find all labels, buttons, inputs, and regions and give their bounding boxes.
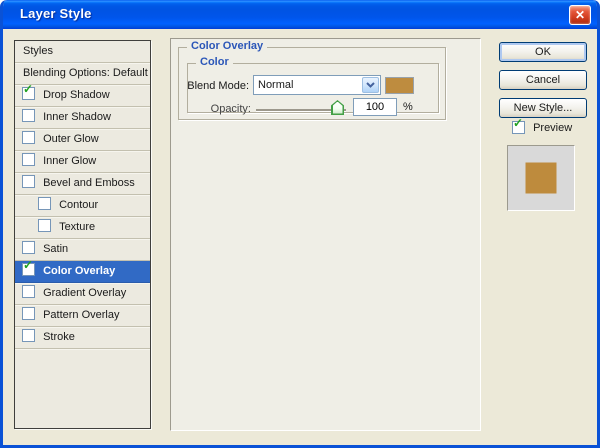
sidebar-item-label: Gradient Overlay [43,287,126,299]
preview-toggle[interactable]: ✓ Preview [512,121,572,135]
close-button[interactable]: ✕ [569,5,591,25]
color-overlay-panel: Color Overlay Color Blend Mode: Normal O… [170,38,481,431]
blend-mode-select[interactable]: Normal [253,75,381,95]
window-title: Layer Style [20,6,92,21]
style-checkbox[interactable]: ✓ [22,109,35,122]
style-checkbox[interactable]: ✓ [22,307,35,320]
new-style-button[interactable]: New Style... [499,98,587,118]
sidebar-item-pattern-overlay[interactable]: ✓ Pattern Overlay [15,305,150,327]
sidebar-item-label: Outer Glow [43,133,99,145]
sidebar-item-inner-shadow[interactable]: ✓ Inner Shadow [15,107,150,129]
sidebar-item-bevel-and-emboss[interactable]: ✓ Bevel and Emboss [15,173,150,195]
style-checkbox[interactable]: ✓ [22,153,35,166]
sidebar-item-inner-glow[interactable]: ✓ Inner Glow [15,151,150,173]
check-icon: ✓ [23,261,33,272]
preview-checkbox[interactable]: ✓ [512,121,525,134]
style-checkbox[interactable]: ✓ [22,131,35,144]
preview-thumbnail [507,145,575,211]
style-checkbox[interactable]: ✓ [22,285,35,298]
style-checkbox[interactable]: ✓ [22,263,35,276]
cancel-button[interactable]: Cancel [499,70,587,90]
dialog-body: Styles Blending Options: Default ✓ Drop … [3,29,597,445]
style-checkbox[interactable]: ✓ [22,175,35,188]
styles-list: Styles Blending Options: Default ✓ Drop … [14,40,151,429]
chevron-down-icon[interactable] [362,77,379,93]
sidebar-item-label: Satin [43,243,68,255]
blend-mode-label: Blend Mode: [179,80,249,92]
sidebar-item-label: Inner Shadow [43,111,111,123]
sidebar-item-label: Pattern Overlay [43,309,119,321]
sidebar-item-label: Bevel and Emboss [43,177,135,189]
overlay-color-swatch[interactable] [385,77,414,94]
opacity-slider-handle-face [333,102,343,114]
check-icon: ✓ [513,117,523,130]
sidebar-item-outer-glow[interactable]: ✓ Outer Glow [15,129,150,151]
panel-title: Color Overlay [187,40,267,52]
blend-mode-value: Normal [258,79,293,91]
layer-style-dialog: Layer Style ✕ Styles Blending Options: D… [0,0,600,448]
sidebar-item-label: Stroke [43,331,75,343]
sidebar-item-label: Blending Options: Default [23,67,148,79]
sidebar-item-drop-shadow[interactable]: ✓ Drop Shadow [15,85,150,107]
opacity-input[interactable] [353,98,397,116]
sidebar-item-label: Contour [59,199,98,211]
preview-thumbnail-square [526,163,557,194]
sidebar-item-texture[interactable]: ✓ Texture [15,217,150,239]
style-checkbox[interactable]: ✓ [38,219,51,232]
sidebar-item-label: Drop Shadow [43,89,110,101]
sidebar-item-label: Styles [23,45,53,57]
check-icon: ✓ [23,85,33,96]
style-checkbox[interactable]: ✓ [38,197,51,210]
sidebar-item-color-overlay[interactable]: ✓ Color Overlay [15,261,150,283]
sidebar-item-blending-options-default[interactable]: Blending Options: Default [15,63,150,85]
sidebar-item-gradient-overlay[interactable]: ✓ Gradient Overlay [15,283,150,305]
opacity-unit: % [403,101,413,113]
titlebar: Layer Style ✕ [0,0,600,29]
sidebar-item-contour[interactable]: ✓ Contour [15,195,150,217]
preview-label: Preview [533,122,572,134]
sidebar-item-styles[interactable]: Styles [15,41,150,63]
sidebar-item-satin[interactable]: ✓ Satin [15,239,150,261]
sidebar-item-stroke[interactable]: ✓ Stroke [15,327,150,349]
style-checkbox[interactable]: ✓ [22,87,35,100]
ok-button[interactable]: OK [499,42,587,62]
color-group-title: Color [196,56,233,68]
sidebar-item-label: Inner Glow [43,155,96,167]
sidebar-item-label: Texture [59,221,95,233]
style-checkbox[interactable]: ✓ [22,241,35,254]
close-icon: ✕ [575,8,585,22]
style-checkbox[interactable]: ✓ [22,329,35,342]
opacity-label: Opacity: [191,103,251,115]
sidebar-item-label: Color Overlay [43,265,115,277]
